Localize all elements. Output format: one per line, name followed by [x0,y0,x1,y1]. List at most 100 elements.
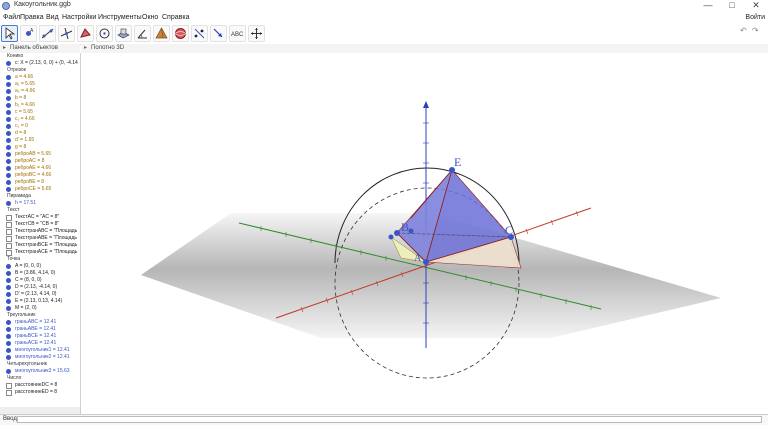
algebra-item[interactable]: c₂ = 0 [0,123,80,130]
algebra-item[interactable]: a₂ = 4.66 [0,88,80,95]
visibility-toggle-icon[interactable] [6,117,11,122]
algebra-item[interactable]: ТекстCB = "CB = 8" [0,221,80,228]
algebra-item[interactable]: g = 8 [0,144,80,151]
visibility-toggle-icon[interactable] [6,166,11,171]
visibility-toggle-icon[interactable] [6,320,11,325]
algebra-item[interactable]: реброAB = 5.65 [0,151,80,158]
visibility-toggle-icon[interactable] [6,306,11,311]
visibility-toggle-icon[interactable] [6,96,11,101]
visibility-toggle-icon[interactable] [6,124,11,129]
undo-icon[interactable]: ↶ [740,27,750,35]
algebra-item[interactable]: многоугольник1 = 12.41 [0,347,80,354]
redo-icon[interactable]: ↷ [752,27,762,35]
algebra-item[interactable]: ТекстгранACE = "Площадь [0,249,80,256]
tool-text[interactable]: ABC [229,25,246,42]
algebra-item[interactable]: c = 5.65 [0,109,80,116]
algebra-item[interactable]: реброAC = 8 [0,158,80,165]
tool-circle[interactable] [96,25,113,42]
visibility-toggle-icon[interactable] [6,299,11,304]
visibility-toggle-icon[interactable] [6,152,11,157]
visibility-toggle-icon[interactable] [6,110,11,115]
algebra-item[interactable]: E = (2.13, 0.13, 4.14) [0,298,80,305]
visibility-toggle-icon[interactable] [6,355,11,360]
tool-angle[interactable] [134,25,151,42]
collapse-icon[interactable]: ▸ [84,44,87,53]
menu-window[interactable]: Окно [142,14,158,21]
horizontal-scrollbar[interactable] [0,407,80,414]
algebra-item[interactable]: реброCE = 5.65 [0,186,80,193]
tool-sphere[interactable] [172,25,189,42]
tool-point[interactable]: A [20,25,37,42]
collapse-icon[interactable]: ▸ [3,44,6,53]
tool-move[interactable] [1,25,18,42]
algebra-item[interactable]: ТекстгранBCE = "Площадь [0,242,80,249]
tool-intersect[interactable] [115,25,132,42]
menu-edit[interactable]: Правка [20,14,44,21]
point-D-prime[interactable] [388,234,394,240]
algebra-item[interactable]: b = 8 [0,95,80,102]
algebra-item[interactable]: граньABE = 12.41 [0,326,80,333]
algebra-item[interactable]: d' = 1.65 [0,137,80,144]
point-D[interactable] [408,228,414,234]
algebra-item[interactable]: D = (2.13, -4.14, 0) [0,284,80,291]
visibility-toggle-icon[interactable] [6,292,11,297]
visibility-toggle-icon[interactable] [6,75,11,80]
signin-button[interactable]: Войти [745,14,765,21]
visibility-toggle-icon[interactable] [6,103,11,108]
menu-file[interactable]: Файл [3,14,20,21]
algebra-item[interactable]: a₁ = 5.65 [0,81,80,88]
visibility-toggle-icon[interactable] [6,271,11,276]
menu-tools[interactable]: Инструменты [98,14,142,21]
tool-reflect[interactable] [191,25,208,42]
algebra-item[interactable]: граньABC = 12.41 [0,319,80,326]
visibility-toggle-icon[interactable] [6,369,11,374]
algebra-item[interactable]: граньBCE = 12.41 [0,333,80,340]
algebra-item[interactable]: c: X = (2.13, 0, 0) + (0, -4.14 · [0,60,80,67]
menu-settings[interactable]: Настройки [62,14,96,21]
visibility-toggle-icon[interactable] [6,89,11,94]
algebra-item[interactable]: a = 4.66 [0,74,80,81]
algebra-item[interactable]: B = (3.86, 4.14, 0) [0,270,80,277]
point-A[interactable] [423,259,429,265]
visibility-toggle-icon[interactable] [6,327,11,332]
menu-help[interactable]: Справка [162,14,189,21]
close-button[interactable]: ✕ [744,0,768,12]
tool-move-view[interactable] [248,25,265,42]
algebra-item[interactable]: C = (8, 0, 0) [0,277,80,284]
algebra-item[interactable]: многоугольник2 = 12.41 [0,354,80,361]
algebra-item[interactable]: h = 17.51 [0,200,80,207]
visibility-toggle-icon[interactable] [6,61,11,66]
algebra-item[interactable]: многоугольник3 = 15.63 [0,368,80,375]
visibility-toggle-icon[interactable] [6,278,11,283]
algebra-item[interactable]: реброAE = 4.66 [0,165,80,172]
algebra-item[interactable]: A = (0, 0, 0) [0,263,80,270]
visibility-toggle-icon[interactable] [6,187,11,192]
input-field[interactable] [17,416,762,423]
algebra-item[interactable]: d = 8 [0,130,80,137]
algebra-item[interactable]: M = (2, 0) [0,305,80,312]
algebra-item[interactable]: ТекстAC = "AC = 8" [0,214,80,221]
visibility-checkbox[interactable] [6,390,12,396]
algebra-item[interactable]: реброBC = 4.66 [0,172,80,179]
minimize-button[interactable]: — [696,0,720,12]
graphics-3d-view[interactable]: E B C A [81,53,768,414]
visibility-toggle-icon[interactable] [6,145,11,150]
menu-view[interactable]: Вид [46,14,59,21]
algebra-item[interactable]: b₁ = 4.66 [0,102,80,109]
algebra-item[interactable]: c₁ = 4.66 [0,116,80,123]
point-B[interactable] [394,230,400,236]
visibility-toggle-icon[interactable] [6,82,11,87]
algebra-item[interactable]: расстояниеED = 8 [0,389,80,396]
visibility-toggle-icon[interactable] [6,131,11,136]
algebra-item[interactable]: граньACE = 12.41 [0,340,80,347]
algebra-item[interactable]: расстояниеDC = 8 [0,382,80,389]
visibility-toggle-icon[interactable] [6,264,11,269]
visibility-toggle-icon[interactable] [6,173,11,178]
algebra-item[interactable]: реброBE = 8 [0,179,80,186]
scene-3d[interactable]: E B C A [81,53,768,414]
visibility-toggle-icon[interactable] [6,334,11,339]
visibility-toggle-icon[interactable] [6,201,11,206]
visibility-toggle-icon[interactable] [6,348,11,353]
tool-vector[interactable] [210,25,227,42]
tool-line[interactable] [39,25,56,42]
